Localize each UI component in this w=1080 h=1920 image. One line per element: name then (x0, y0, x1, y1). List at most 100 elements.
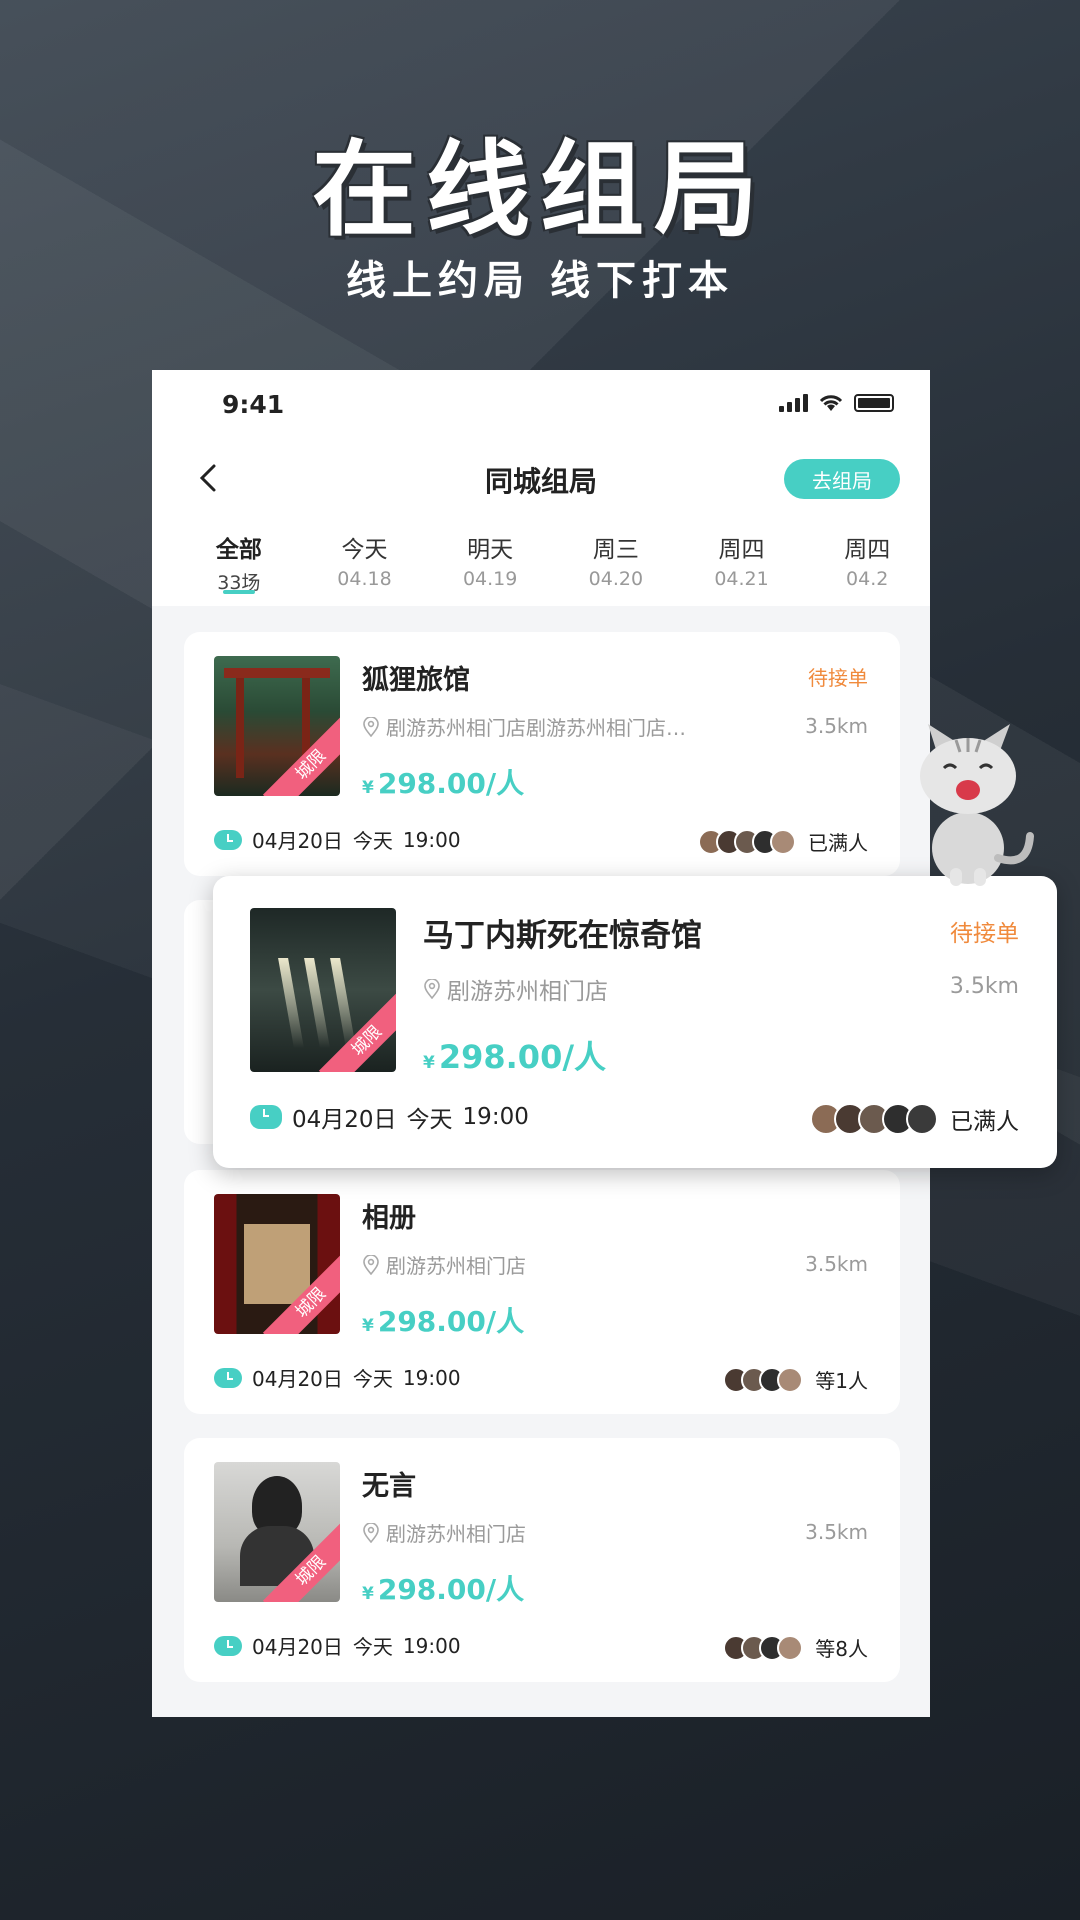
day: 今天 (352, 1367, 393, 1391)
tab-wednesday[interactable]: 周三 04.20 (553, 530, 679, 606)
card-title: 狐狸旅馆 (362, 665, 470, 696)
tab-label: 周四 (844, 537, 891, 563)
time: 19:00 (402, 827, 461, 852)
time: 19:00 (402, 1633, 461, 1658)
list-item[interactable]: 城限 无言 剧游苏州相门店 3.5km ¥298.00/人 04月20日 今天 … (184, 1438, 900, 1682)
participant-count: 等8人 (815, 1637, 868, 1661)
distance: 3.5km (805, 1252, 868, 1276)
location-pin-icon (363, 716, 379, 737)
clock-icon (214, 1635, 242, 1656)
tab-tomorrow[interactable]: 明天 04.19 (427, 530, 553, 606)
clock-icon (214, 829, 242, 850)
day: 今天 (406, 1107, 453, 1133)
participants: 等1人 (723, 1365, 868, 1394)
distance: 3.5km (805, 714, 868, 738)
avatar-group (723, 1634, 804, 1661)
tab-label: 今天 (341, 537, 388, 563)
tag-badge: 城限 (318, 992, 396, 1072)
price-symbol: ¥ (362, 1584, 374, 1604)
avatar (906, 1103, 938, 1135)
tab-today[interactable]: 今天 04.18 (302, 530, 428, 606)
date: 04月20日 (252, 1367, 343, 1391)
participant-count: 等1人 (815, 1369, 868, 1393)
status-time: 9:41 (222, 390, 285, 419)
list-item[interactable]: 城限 狐狸旅馆 待接单 剧游苏州相门店剧游苏州相门店… 3.5km ¥298.0… (184, 632, 900, 876)
tab-label: 周三 (592, 537, 639, 563)
participants: 等8人 (723, 1633, 868, 1662)
date-tabs: 全部 33场 今天 04.18 明天 04.19 周三 04.20 周四 04.… (176, 530, 930, 606)
location-pin-icon (363, 1254, 379, 1275)
date: 04月20日 (252, 1635, 343, 1659)
location-text: 剧游苏州相门店 (386, 1522, 526, 1546)
tab-label: 周四 (718, 537, 765, 563)
card-title: 无言 (362, 1471, 416, 1502)
tab-sub: 33场 (217, 572, 261, 594)
location-pin-icon (424, 979, 440, 999)
location: 剧游苏州相门店 (423, 972, 823, 1006)
tab-sub: 04.20 (588, 568, 644, 590)
time: 19:00 (402, 1365, 461, 1390)
date: 04月20日 (252, 829, 343, 853)
avatar-group (723, 1366, 804, 1393)
cover-image: 城限 (214, 1462, 340, 1602)
header-area: 9:41 同城组局 去组局 全部 33场 今天 04.18 明天 04.19 周… (152, 370, 930, 606)
clock-icon (214, 1367, 242, 1388)
location: 剧游苏州相门店 (362, 1250, 762, 1279)
avatar (777, 1634, 804, 1661)
price-symbol: ¥ (423, 1053, 435, 1073)
price: ¥298.00/人 (362, 1568, 524, 1608)
location: 剧游苏州相门店剧游苏州相门店… (362, 712, 762, 741)
participant-count: 已满人 (808, 831, 868, 855)
time: 19:00 (462, 1104, 529, 1130)
location-text: 剧游苏州相门店 (447, 979, 608, 1005)
list-item[interactable]: 城限 相册 剧游苏州相门店 3.5km ¥298.00/人 04月20日 今天 … (184, 1170, 900, 1414)
day: 今天 (352, 1635, 393, 1659)
featured-card[interactable]: 城限 马丁内斯死在惊奇馆 待接单 剧游苏州相门店 3.5km ¥298.00/人… (213, 876, 1057, 1168)
clock-icon (250, 1105, 282, 1129)
price: ¥298.00/人 (423, 1032, 606, 1078)
hero-subtitle: 线上约局 线下打本 (346, 258, 734, 304)
tab-all[interactable]: 全部 33场 (176, 530, 302, 606)
price-value: 298.00/人 (377, 1573, 525, 1606)
card-title: 相册 (362, 1203, 416, 1234)
price-symbol: ¥ (362, 778, 374, 798)
avatar-group (810, 1103, 938, 1135)
signal-icon (779, 394, 808, 412)
price: ¥298.00/人 (362, 762, 524, 802)
avatar (777, 1366, 804, 1393)
card-title: 马丁内斯死在惊奇馆 (423, 918, 702, 954)
tab-thursday[interactable]: 周四 04.21 (679, 530, 805, 606)
status-badge: 待接单 (808, 666, 868, 690)
tab-label: 明天 (467, 537, 514, 563)
price-value: 298.00/人 (377, 1305, 525, 1338)
tab-sub: 04.19 (462, 568, 518, 590)
location: 剧游苏州相门店 (362, 1518, 762, 1547)
price: ¥298.00/人 (362, 1300, 524, 1340)
cover-image: 城限 (214, 1194, 340, 1334)
cover-image: 城限 (250, 908, 396, 1072)
participant-count: 已满人 (950, 1109, 1019, 1135)
create-group-button[interactable]: 去组局 (784, 459, 900, 499)
avatar-group (698, 828, 796, 855)
participants: 已满人 (698, 827, 868, 856)
distance: 3.5km (949, 974, 1019, 999)
distance: 3.5km (805, 1520, 868, 1544)
avatar (770, 828, 796, 855)
datetime: 04月20日 今天 19:00 (214, 1363, 461, 1392)
date: 04月20日 (292, 1107, 397, 1133)
day: 今天 (352, 829, 393, 853)
tab-sub: 04.21 (714, 568, 769, 590)
hero-title: 在线组局 (311, 129, 768, 251)
datetime: 04月20日 今天 19:00 (250, 1100, 529, 1134)
datetime: 04月20日 今天 19:00 (214, 1631, 461, 1660)
tab-next[interactable]: 周四 04.2 (804, 530, 930, 606)
datetime: 04月20日 今天 19:00 (214, 825, 461, 854)
participants: 已满人 (810, 1102, 1019, 1136)
tab-label: 全部 (215, 537, 262, 563)
battery-icon (854, 394, 894, 412)
cover-image: 城限 (214, 656, 340, 796)
price-value: 298.00/人 (438, 1038, 607, 1076)
tab-sub: 04.2 (846, 568, 889, 590)
wifi-icon (819, 395, 843, 411)
status-icons (779, 394, 894, 412)
